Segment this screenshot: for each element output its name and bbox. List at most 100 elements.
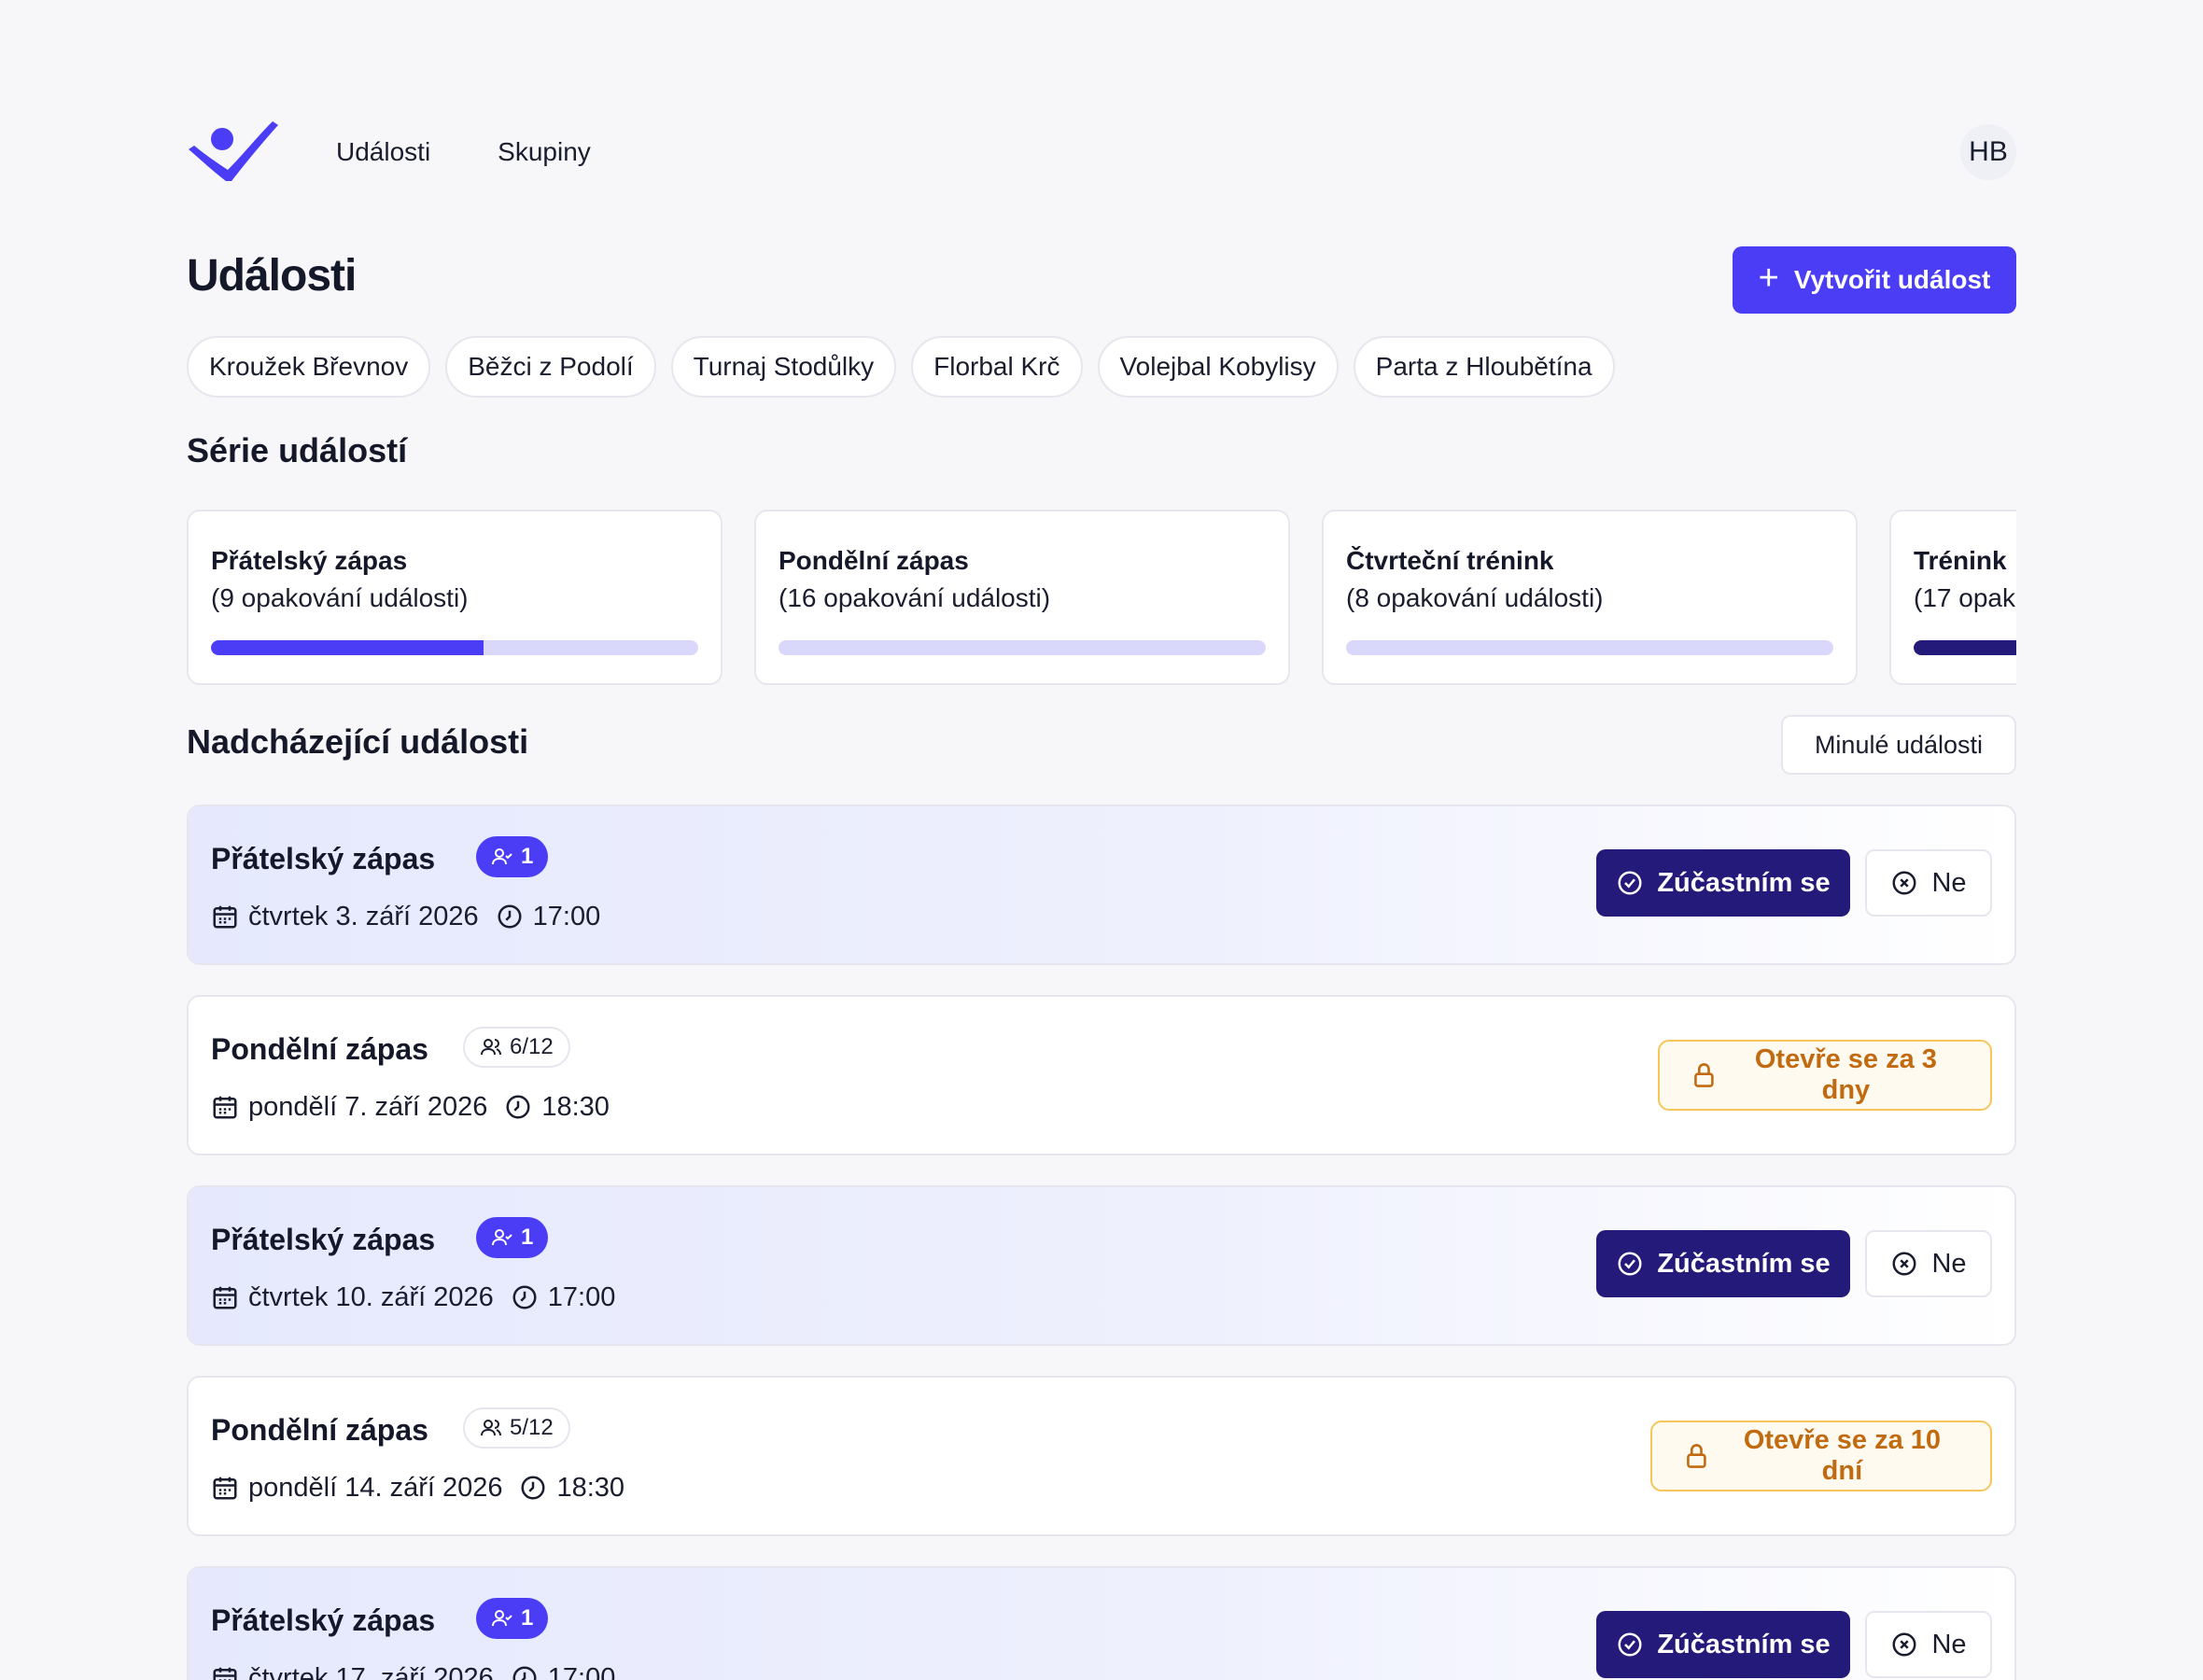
attendees-count: 1 (521, 1225, 534, 1250)
attend-button[interactable]: Zúčastním se (1596, 849, 1850, 917)
event-meta: čtvrtek 3. září 2026 17:00 (211, 898, 600, 935)
app-logo-icon[interactable] (187, 121, 280, 183)
series-name: Trénink (1914, 546, 2007, 575)
plus-icon: + (1758, 259, 1779, 298)
attendees-count: 5/12 (510, 1415, 554, 1440)
user-check-icon (492, 1229, 512, 1246)
group-pill[interactable]: Volejbal Kobylisy (1097, 336, 1339, 398)
x-circle-icon (1892, 871, 1916, 895)
group-pill[interactable]: Běžci z Podolí (445, 336, 656, 398)
attendees-badge: 1 (476, 1598, 549, 1639)
series-progress-bar (211, 640, 698, 655)
event-row[interactable]: Pondělní zápas 6/12 pondělí 7. září 2026… (187, 995, 2016, 1155)
user-avatar[interactable]: HB (1960, 124, 2016, 180)
event-meta: čtvrtek 10. září 2026 17:00 (211, 1279, 615, 1316)
attend-label: Zúčastním se (1657, 1629, 1831, 1659)
users-icon (481, 1420, 501, 1436)
calendar-icon (213, 1286, 237, 1309)
opens-later-label: Otevře se za 10 dní (1743, 1425, 1942, 1486)
group-pill[interactable]: Parta z Hloubětína (1353, 336, 1615, 398)
event-name: Pondělní zápas (211, 1032, 428, 1066)
series-carousel[interactable]: Přátelský zápas (9 opakování události) P… (187, 510, 2016, 687)
series-progress-fill (1914, 640, 2016, 655)
attendees-badge: 1 (476, 1217, 549, 1258)
group-pill[interactable]: Florbal Krč (911, 336, 1083, 398)
event-time: 18:30 (556, 1473, 625, 1503)
check-circle-icon (1618, 1632, 1642, 1657)
event-date: pondělí 14. září 2026 (248, 1473, 503, 1503)
series-count: (16 opakování události) (779, 583, 1051, 612)
nav-link-groups[interactable]: Skupiny (498, 134, 591, 170)
series-name: Přátelský zápas (211, 546, 408, 575)
attendees-badge: 5/12 (463, 1407, 570, 1449)
clock-icon (512, 1666, 537, 1680)
page: Události Skupiny HB Události + Vytvořit … (0, 0, 2203, 1680)
series-progress-bar (779, 640, 1266, 655)
attendees-badge: 6/12 (463, 1027, 570, 1068)
user-check-icon (492, 848, 512, 865)
event-name: Přátelský zápas (211, 1223, 436, 1256)
event-date: čtvrtek 10. září 2026 (248, 1282, 494, 1312)
event-date: pondělí 7. září 2026 (248, 1092, 488, 1122)
event-row[interactable]: Přátelský zápas 1 čtvrtek 3. září 2026 1… (187, 805, 2016, 965)
decline-button[interactable]: Ne (1865, 1611, 1992, 1678)
attend-label: Zúčastním se (1657, 867, 1831, 898)
upcoming-section-title: Nadcházející události (187, 722, 529, 761)
calendar-icon (213, 1477, 237, 1500)
series-section-title: Série událostí (187, 431, 408, 469)
clock-icon (521, 1476, 545, 1500)
event-time: 17:00 (532, 902, 601, 931)
clock-icon (498, 904, 522, 929)
calendar-icon (213, 1667, 237, 1680)
series-progress-fill (211, 640, 484, 655)
group-pill[interactable]: Turnaj Stodůlky (670, 336, 897, 398)
top-nav: Události Skupiny HB (187, 121, 2016, 183)
event-time: 17:00 (547, 1282, 616, 1312)
attend-label: Zúčastním se (1657, 1248, 1831, 1279)
nav-link-events[interactable]: Události (336, 134, 430, 170)
user-check-icon (492, 1610, 512, 1627)
event-meta: pondělí 14. září 2026 18:30 (211, 1469, 624, 1506)
series-card[interactable]: Čtvrteční trénink (8 opakování události) (1322, 510, 1858, 685)
series-count: (9 opakování události) (211, 583, 469, 612)
opens-later-label: Otevře se za 3 dny (1754, 1044, 1937, 1105)
series-progress-bar (1346, 640, 1833, 655)
event-row[interactable]: Pondělní zápas 5/12 pondělí 14. září 202… (187, 1376, 2016, 1536)
check-circle-icon (1618, 871, 1642, 895)
group-pill[interactable]: Kroužek Břevnov (187, 336, 431, 398)
event-name: Pondělní zápas (211, 1413, 428, 1447)
opens-later-button[interactable]: Otevře se za 3 dny (1658, 1040, 1992, 1111)
main-nav: Události Skupiny (336, 134, 591, 170)
calendar-icon (213, 1096, 237, 1119)
clock-icon (512, 1285, 537, 1309)
event-date: čtvrtek 3. září 2026 (248, 902, 479, 931)
event-name: Přátelský zápas (211, 842, 436, 875)
event-time: 17:00 (547, 1663, 616, 1680)
event-date: čtvrtek 17. září 2026 (248, 1663, 494, 1680)
decline-button[interactable]: Ne (1865, 849, 1992, 917)
decline-label: Ne (1931, 1248, 1967, 1279)
decline-label: Ne (1931, 1629, 1967, 1659)
past-events-button[interactable]: Minulé události (1781, 715, 2016, 775)
attend-button[interactable]: Zúčastním se (1596, 1611, 1850, 1678)
series-count: (8 opakování události) (1346, 583, 1604, 612)
attendees-badge: 1 (476, 836, 549, 877)
event-row[interactable]: Přátelský zápas 1 čtvrtek 10. září 2026 … (187, 1185, 2016, 1346)
series-card[interactable]: Trénink (17 opakování události) (1889, 510, 2016, 685)
attendees-count: 1 (521, 1605, 534, 1631)
check-circle-icon (1618, 1252, 1642, 1276)
opens-later-button[interactable]: Otevře se za 10 dní (1650, 1421, 1992, 1491)
create-event-button[interactable]: + Vytvořit událost (1733, 246, 2016, 314)
attend-button[interactable]: Zúčastním se (1596, 1230, 1850, 1297)
series-name: Pondělní zápas (779, 546, 969, 575)
x-circle-icon (1892, 1252, 1916, 1276)
decline-button[interactable]: Ne (1865, 1230, 1992, 1297)
event-time: 18:30 (541, 1092, 610, 1122)
create-event-label: Vytvořit událost (1793, 265, 1991, 294)
series-count: (17 opakování události) (1914, 583, 2016, 612)
clock-icon (506, 1095, 530, 1119)
event-name: Přátelský zápas (211, 1603, 436, 1637)
series-card[interactable]: Přátelský zápas (9 opakování události) (187, 510, 723, 685)
series-card[interactable]: Pondělní zápas (16 opakování události) (754, 510, 1290, 685)
event-row[interactable]: Přátelský zápas 1 čtvrtek 17. září 2026 … (187, 1566, 2016, 1680)
